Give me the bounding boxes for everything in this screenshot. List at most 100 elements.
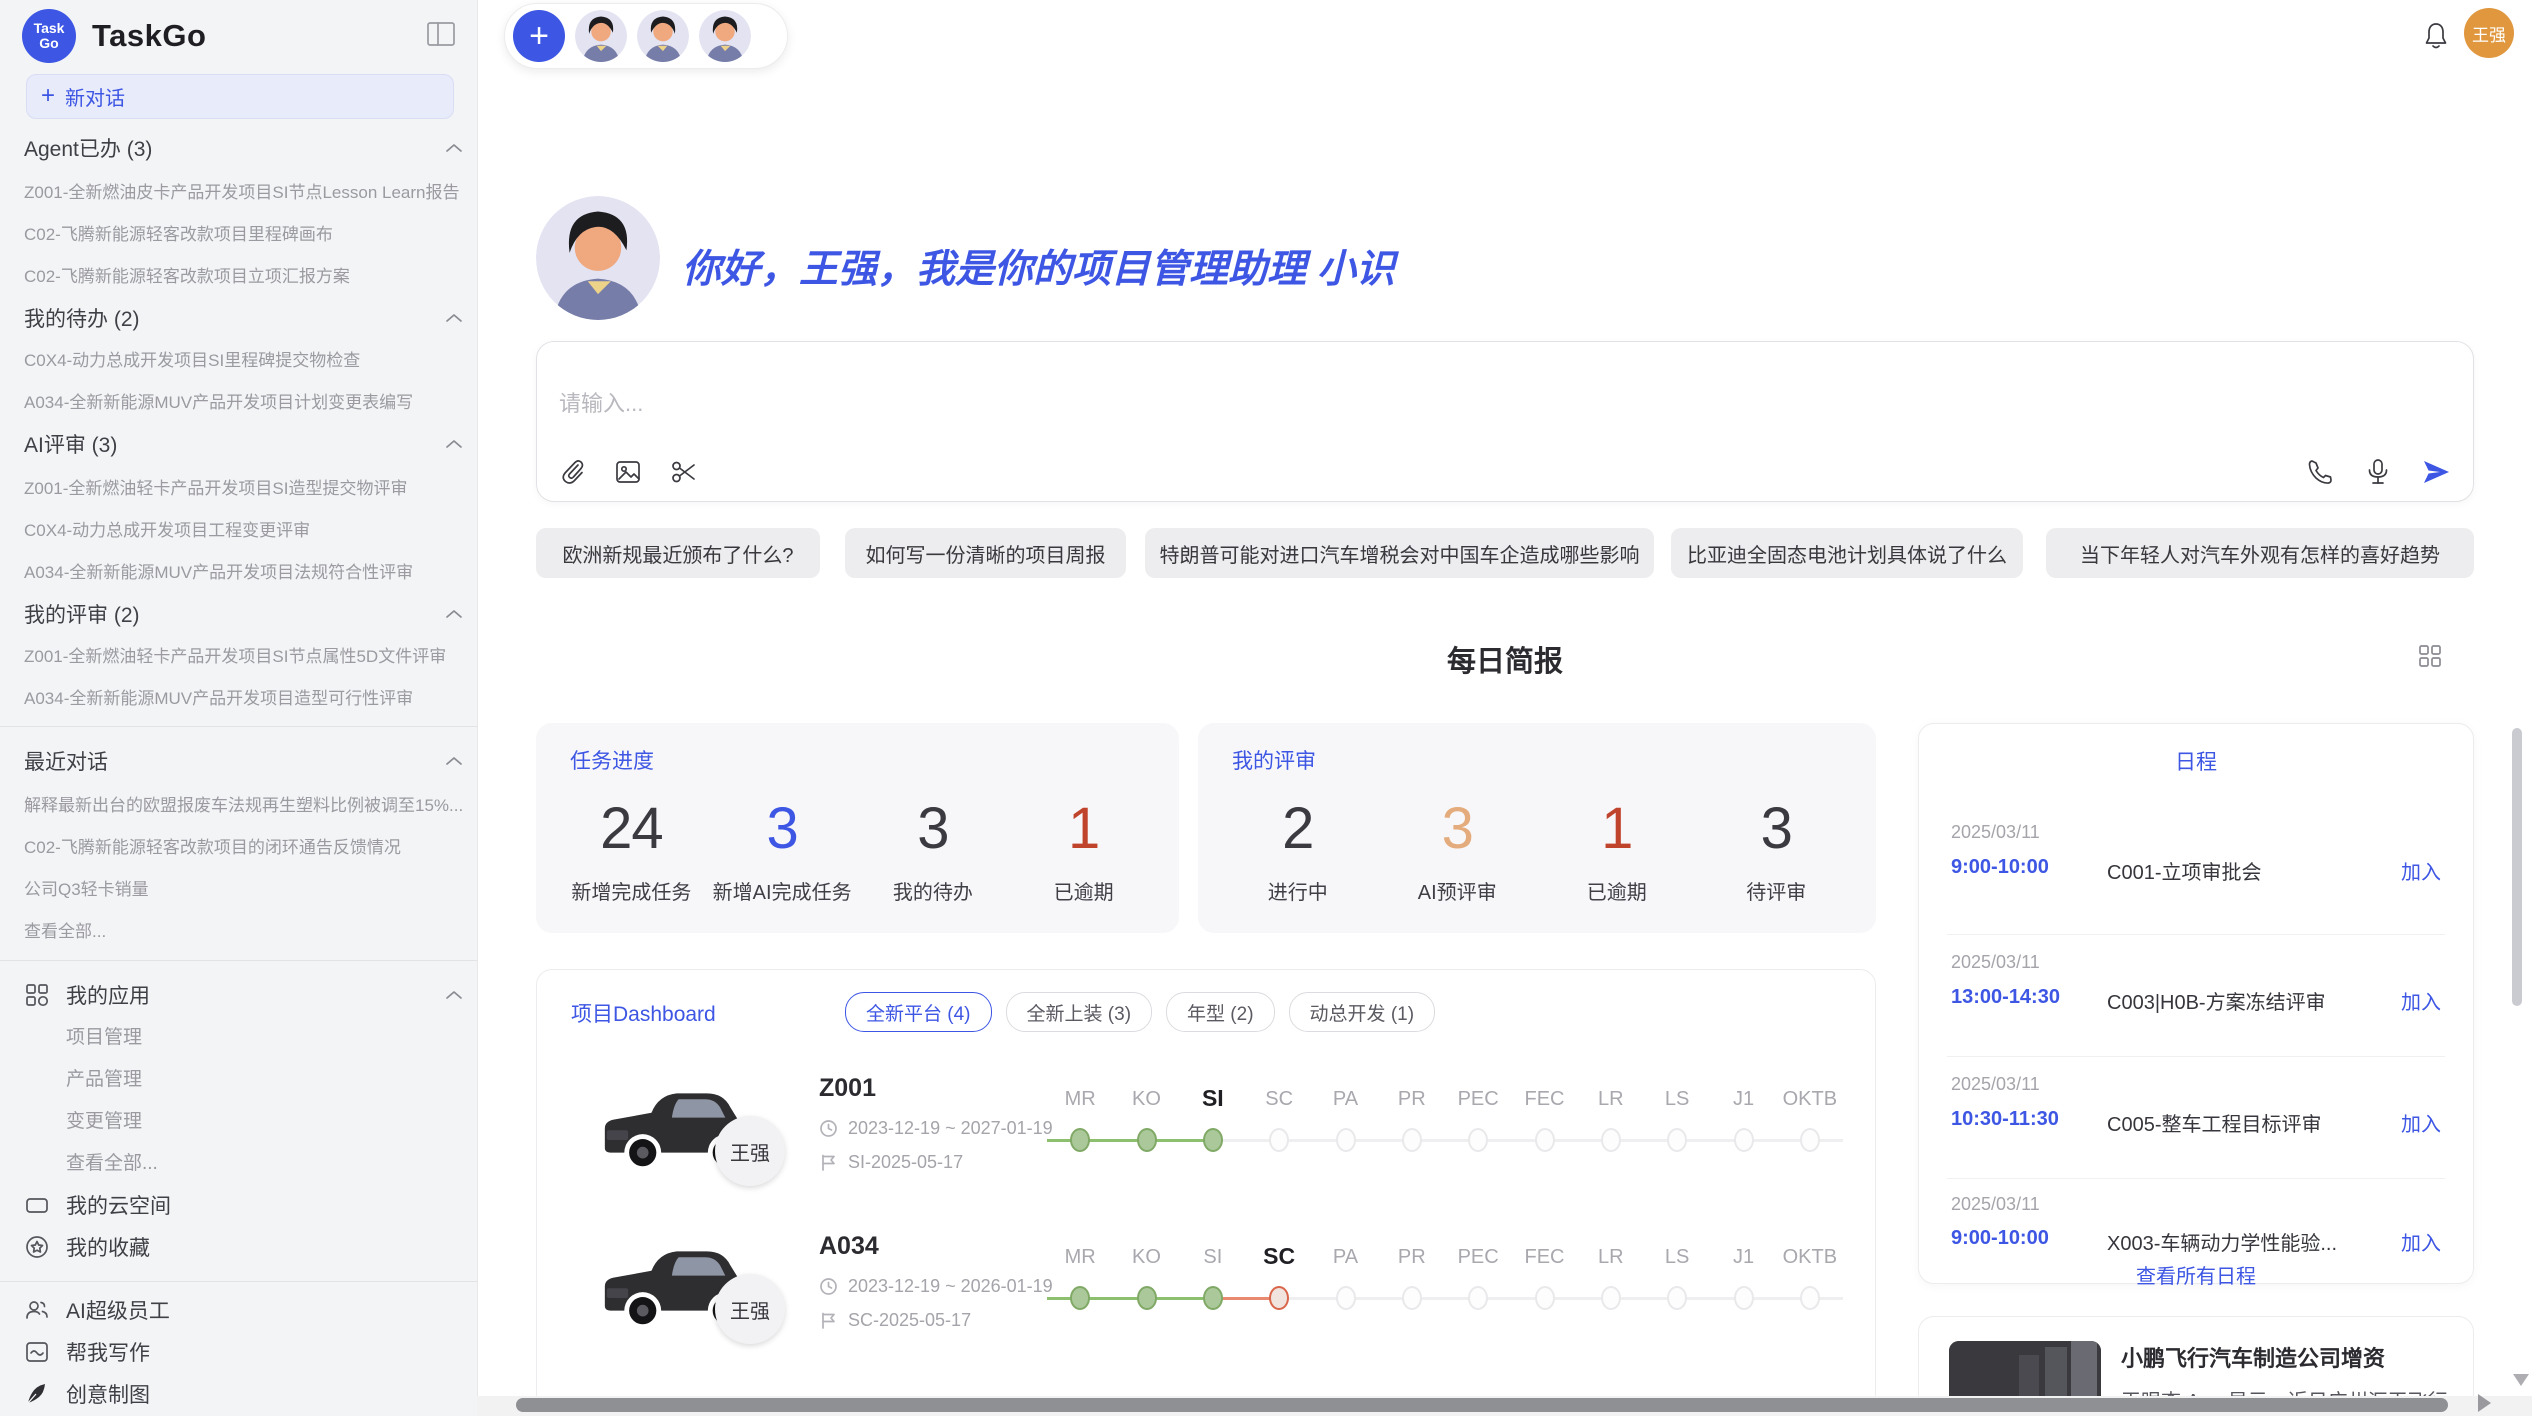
writing-icon <box>24 1339 50 1365</box>
attachment-icon[interactable] <box>557 457 587 487</box>
sidebar-item-my-apps[interactable]: 我的应用 <box>24 975 463 1015</box>
app-link-change-mgmt[interactable]: 变更管理 <box>24 1099 463 1139</box>
milestone-dot <box>1468 1286 1488 1310</box>
project-row[interactable]: 王强 Z001 2023-12-19 ~ 2027-01-19 SI-2025-… <box>537 1066 1875 1218</box>
chevron-up-icon[interactable] <box>445 602 463 626</box>
milestone-dot <box>1800 1128 1820 1152</box>
tab-new-body[interactable]: 全新上装 (3) <box>1006 992 1153 1032</box>
sidebar-item-cloud-space[interactable]: 我的云空间 <box>24 1185 463 1225</box>
agent-avatar[interactable] <box>699 10 751 62</box>
new-chat-button[interactable]: + 新对话 <box>26 74 454 119</box>
sidebar-task-item[interactable]: C0X4-动力总成开发项目SI里程碑提交物检查 <box>24 338 463 378</box>
sidebar-item-favorites[interactable]: 我的收藏 <box>24 1227 463 1267</box>
apps-view-all[interactable]: 查看全部... <box>24 1141 463 1181</box>
scroll-right-arrow-icon[interactable] <box>2478 1394 2491 1412</box>
sidebar-task-item[interactable]: A034-全新新能源MUV产品开发项目计划变更表编写 <box>24 380 463 420</box>
chevron-up-icon[interactable] <box>445 983 463 1007</box>
user-avatar[interactable]: 王强 <box>2464 8 2514 58</box>
join-link[interactable]: 加入 <box>2401 986 2441 1015</box>
chat-input[interactable] <box>557 390 2061 418</box>
suggestion-chip[interactable]: 当下年轻人对汽车外观有怎样的喜好趋势 <box>2046 528 2474 578</box>
app-link-project-mgmt[interactable]: 项目管理 <box>24 1015 463 1055</box>
sidebar-task-item[interactable]: C02-飞腾新能源轻客改款项目里程碑画布 <box>24 212 463 252</box>
sidebar-task-item[interactable]: A034-全新新能源MUV产品开发项目法规符合性评审 <box>24 550 463 590</box>
send-icon[interactable] <box>2421 457 2451 487</box>
recent-chat-item[interactable]: C02-飞腾新能源轻客改款项目的闭环通告反馈情况 <box>24 825 463 865</box>
agent-avatar[interactable] <box>575 10 627 62</box>
stat-value: 3 <box>917 795 948 862</box>
schedule-event: C001-立项审批会 <box>2107 856 2261 885</box>
milestone-dot <box>1336 1128 1356 1152</box>
microphone-icon[interactable] <box>2363 457 2393 487</box>
stat-label: 已逾期 <box>1054 876 1114 905</box>
apps-grid-icon <box>24 982 50 1008</box>
sidebar-item-creative-draw[interactable]: 创意制图 <box>24 1374 463 1414</box>
chevron-up-icon[interactable] <box>445 432 463 456</box>
tab-powertrain[interactable]: 动总开发 (1) <box>1289 992 1436 1032</box>
section-header-my-review[interactable]: 我的评审 (2) <box>24 594 463 634</box>
app-link-product-mgmt[interactable]: 产品管理 <box>24 1057 463 1097</box>
scissors-icon[interactable] <box>669 457 699 487</box>
sidebar-collapse-icon[interactable] <box>426 20 456 48</box>
agent-avatar[interactable] <box>637 10 689 62</box>
milestone-label: LS <box>1665 1246 1689 1269</box>
vertical-scrollbar[interactable] <box>2512 728 2522 1006</box>
suggestion-chip[interactable]: 如何写一份清晰的项目周报 <box>845 528 1126 578</box>
schedule-date: 2025/03/11 <box>1951 952 2040 973</box>
view-all-schedule-link[interactable]: 查看所有日程 <box>1919 1260 2473 1289</box>
join-link[interactable]: 加入 <box>2401 1108 2441 1137</box>
sidebar-task-item[interactable]: C02-飞腾新能源轻客改款项目立项汇报方案 <box>24 254 463 294</box>
schedule-card: 日程 2025/03/11 9:00-10:00 C001-立项审批会 加入 2… <box>1918 723 2474 1284</box>
milestone-label: PA <box>1333 1246 1358 1269</box>
project-row[interactable]: 王强 A034 2023-12-19 ~ 2026-01-19 SC-2025-… <box>537 1224 1875 1376</box>
schedule-time: 9:00-10:00 <box>1951 856 2049 879</box>
divider <box>1947 1178 2445 1179</box>
milestone-dot <box>1468 1128 1488 1152</box>
section-header-agent-done[interactable]: Agent已办 (3) <box>24 128 463 168</box>
tab-new-platform[interactable]: 全新平台 (4) <box>845 992 992 1032</box>
suggestion-chip[interactable]: 比亚迪全固态电池计划具体说了什么 <box>1671 528 2023 578</box>
section-header-recent[interactable]: 最近对话 <box>24 741 463 781</box>
milestone-dot <box>1800 1286 1820 1310</box>
sidebar-task-item[interactable]: Z001-全新燃油轻卡产品开发项目SI造型提交物评审 <box>24 466 463 506</box>
notifications-bell-icon[interactable] <box>2420 20 2452 52</box>
sidebar-task-item[interactable]: A034-全新新能源MUV产品开发项目造型可行性评审 <box>24 676 463 716</box>
phone-call-icon[interactable] <box>2305 457 2335 487</box>
sidebar-task-item[interactable]: C0X4-动力总成开发项目工程变更评审 <box>24 508 463 548</box>
scroll-down-arrow-icon[interactable] <box>2513 1374 2529 1386</box>
star-icon <box>24 1234 50 1260</box>
add-conversation-button[interactable]: + <box>513 10 565 62</box>
recent-chat-item[interactable]: 公司Q3轻卡销量 <box>24 867 463 907</box>
chevron-up-icon[interactable] <box>445 749 463 773</box>
recent-chat-item[interactable]: 解释最新出台的欧盟报废车法规再生塑料比例被调至15%... <box>24 783 463 823</box>
image-icon[interactable] <box>613 457 643 487</box>
join-link[interactable]: 加入 <box>2401 1227 2441 1256</box>
layout-grid-icon[interactable] <box>2416 642 2444 670</box>
app-title: TaskGo <box>92 18 206 54</box>
sidebar-task-item[interactable]: Z001-全新燃油轻卡产品开发项目SI节点属性5D文件评审 <box>24 634 463 674</box>
suggestion-chip[interactable]: 特朗普可能对进口汽车增税会对中国车企造成哪些影响 <box>1145 528 1654 578</box>
chevron-up-icon[interactable] <box>445 136 463 160</box>
sidebar: Task Go TaskGo + 新对话 Agent已办 (3) Z001-全新… <box>0 0 478 1416</box>
schedule-event: C005-整车工程目标评审 <box>2107 1108 2321 1137</box>
sidebar-item-write-helper[interactable]: 帮我写作 <box>24 1332 463 1372</box>
recent-view-all[interactable]: 查看全部... <box>24 909 463 949</box>
suggestion-chip[interactable]: 欧洲新规最近颁布了什么? <box>536 528 820 578</box>
chevron-up-icon[interactable] <box>445 306 463 330</box>
tab-model-year[interactable]: 年型 (2) <box>1166 992 1275 1032</box>
sidebar-task-item[interactable]: Z001-全新燃油皮卡产品开发项目SI节点Lesson Learn报告 <box>24 170 463 210</box>
news-title: 小鹏飞行汽车制造公司增资 <box>2121 1341 2385 1373</box>
join-link[interactable]: 加入 <box>2401 856 2441 885</box>
milestone-label: SC <box>1263 1243 1295 1270</box>
stat-label: 新增AI完成任务 <box>713 876 852 905</box>
section-header-ai-review[interactable]: AI评审 (3) <box>24 424 463 464</box>
clock-icon <box>819 1277 838 1296</box>
sidebar-item-ai-staff[interactable]: AI超级员工 <box>24 1290 463 1330</box>
milestone-dot <box>1137 1128 1157 1152</box>
stat-column: 1 已逾期 <box>1008 781 1159 919</box>
horizontal-scrollbar[interactable] <box>516 1398 2448 1412</box>
milestone-label: OKTB <box>1783 1246 1837 1269</box>
section-header-my-todo[interactable]: 我的待办 (2) <box>24 298 463 338</box>
milestone-label: PEC <box>1458 1088 1499 1111</box>
milestone-dot <box>1734 1286 1754 1310</box>
